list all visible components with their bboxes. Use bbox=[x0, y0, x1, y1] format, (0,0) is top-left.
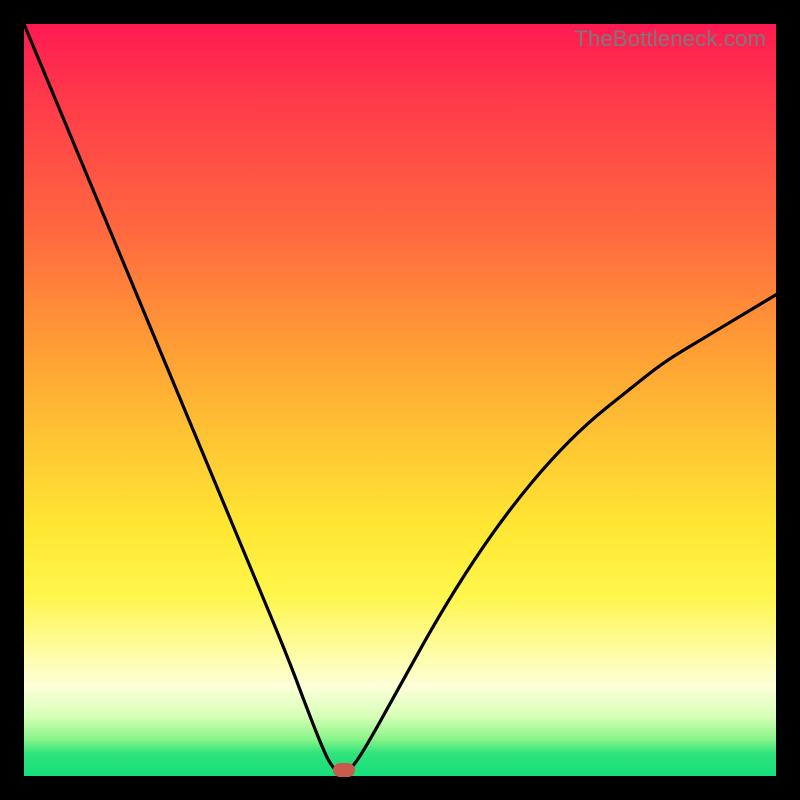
plot-area: TheBottleneck.com bbox=[24, 24, 776, 776]
minimum-marker bbox=[333, 763, 355, 777]
chart-frame: TheBottleneck.com bbox=[0, 0, 800, 800]
bottleneck-curve bbox=[24, 24, 776, 776]
